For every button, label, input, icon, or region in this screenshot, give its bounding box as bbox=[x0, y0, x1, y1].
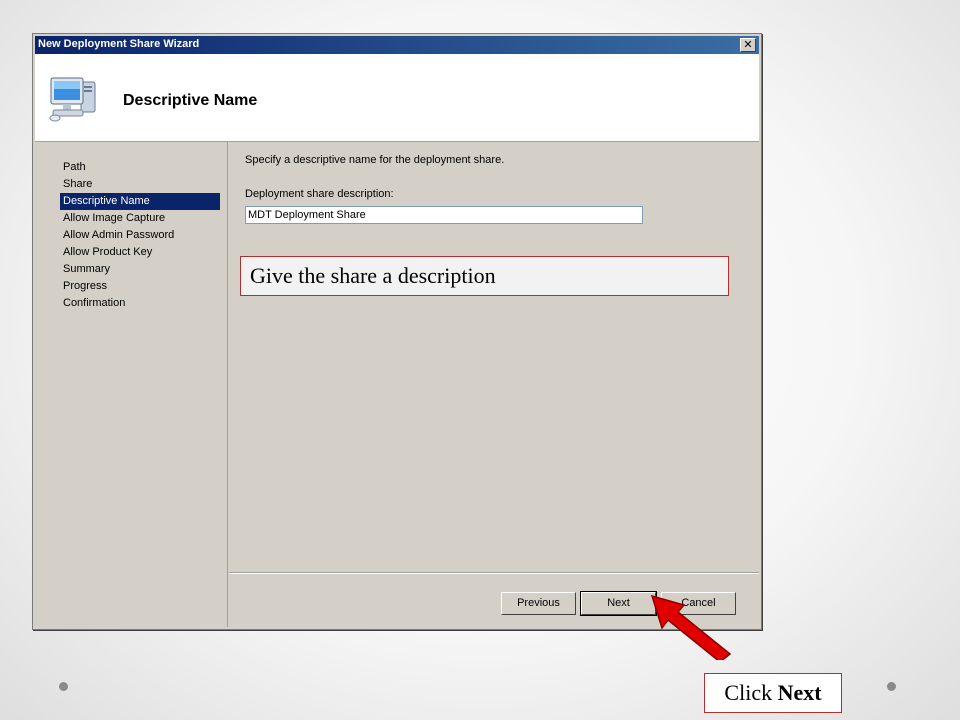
click-prefix: Click bbox=[724, 680, 778, 705]
red-arrow-icon bbox=[650, 594, 732, 660]
description-input[interactable] bbox=[245, 206, 643, 224]
window-title: New Deployment Share Wizard bbox=[38, 38, 200, 50]
instruction-text: Specify a descriptive name for the deplo… bbox=[245, 154, 505, 166]
description-field-label: Deployment share description: bbox=[245, 188, 394, 200]
wizard-header: Descriptive Name bbox=[35, 54, 759, 142]
nav-step-allow-admin-password[interactable]: Allow Admin Password bbox=[60, 227, 220, 244]
click-next-annotation: Click Next bbox=[704, 673, 842, 713]
wizard-steps-nav: Path Share Descriptive Name Allow Image … bbox=[35, 142, 228, 627]
nav-step-share[interactable]: Share bbox=[60, 176, 220, 193]
next-button[interactable]: Next bbox=[580, 591, 657, 616]
nav-step-path[interactable]: Path bbox=[60, 159, 220, 176]
instruction-callout: Give the share a description bbox=[240, 256, 729, 296]
title-bar: New Deployment Share Wizard ✕ bbox=[35, 36, 759, 54]
previous-button[interactable]: Previous bbox=[501, 592, 576, 615]
wizard-window: New Deployment Share Wizard ✕ Descriptiv… bbox=[32, 33, 762, 630]
nav-step-allow-product-key[interactable]: Allow Product Key bbox=[60, 244, 220, 261]
nav-step-confirmation[interactable]: Confirmation bbox=[60, 295, 220, 312]
nav-step-progress[interactable]: Progress bbox=[60, 278, 220, 295]
footer-divider bbox=[229, 572, 759, 574]
slide-bullet-dot-left bbox=[59, 682, 68, 691]
slide-bullet-dot-right bbox=[887, 682, 896, 691]
close-button[interactable]: ✕ bbox=[740, 38, 756, 52]
nav-step-allow-image-capture[interactable]: Allow Image Capture bbox=[60, 210, 220, 227]
page-title: Descriptive Name bbox=[123, 92, 258, 109]
nav-step-descriptive-name[interactable]: Descriptive Name bbox=[60, 193, 220, 210]
click-target: Next bbox=[777, 680, 822, 705]
computer-monitor-icon bbox=[49, 77, 96, 122]
nav-step-summary[interactable]: Summary bbox=[60, 261, 220, 278]
